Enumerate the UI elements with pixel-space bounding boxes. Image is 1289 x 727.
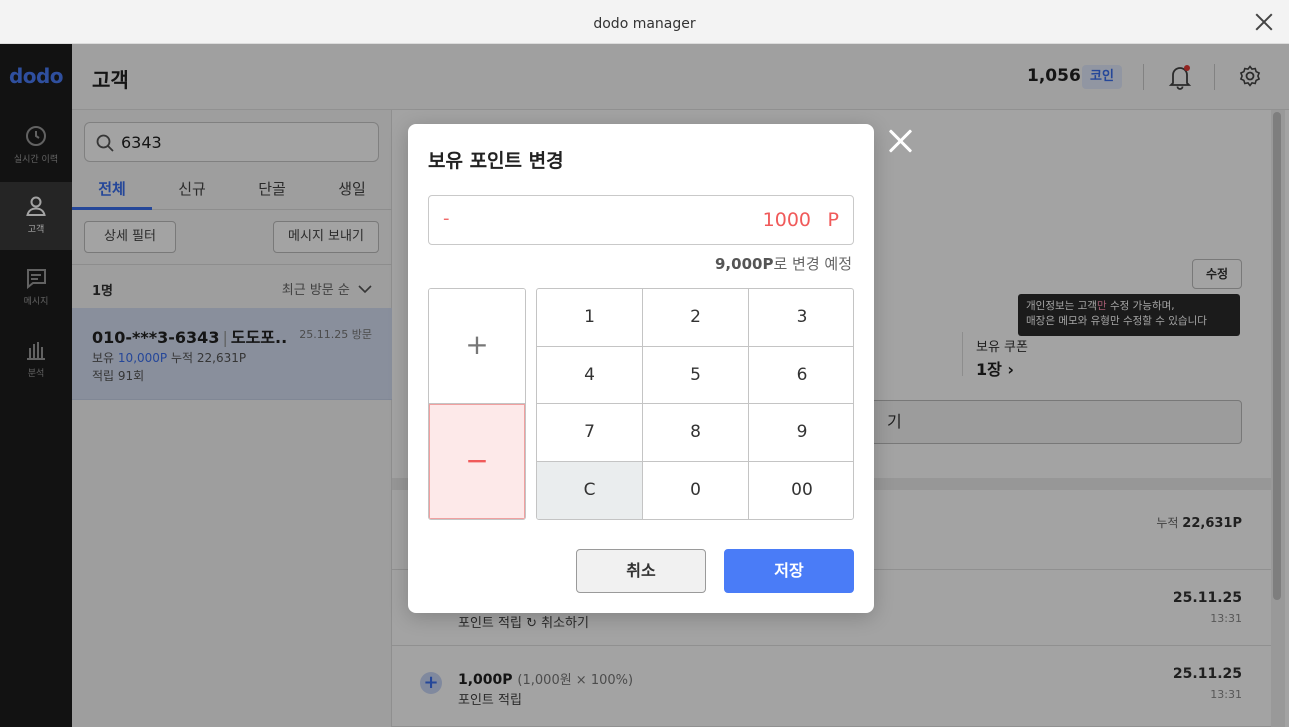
key-5[interactable]: 5	[643, 346, 749, 404]
key-6[interactable]: 6	[749, 347, 853, 404]
key-3[interactable]: 3	[749, 289, 853, 347]
cancel-button[interactable]: 취소	[576, 549, 706, 593]
point-change-modal: 보유 포인트 변경 - 1000 P 9,000P로 변경 예정 + − 1 2…	[408, 124, 874, 613]
window-title-bar: dodo manager	[0, 0, 1289, 44]
key-clear[interactable]: C	[537, 461, 643, 519]
key-2[interactable]: 2	[643, 289, 749, 347]
window-close-icon[interactable]	[1253, 11, 1275, 33]
preview-suffix: 로 변경 예정	[773, 255, 852, 273]
amount-field[interactable]: - 1000 P	[428, 195, 854, 245]
window-title: dodo manager	[593, 16, 696, 32]
preview-value: 9,000P	[715, 255, 774, 273]
change-preview: 9,000P로 변경 예정	[715, 253, 852, 274]
minus-button[interactable]: −	[429, 404, 525, 519]
plus-button[interactable]: +	[429, 289, 525, 404]
key-4[interactable]: 4	[537, 346, 643, 404]
key-0[interactable]: 0	[643, 461, 749, 519]
number-keypad: 1 2 3 4 5 6 7 8 9 C 0 00	[536, 288, 854, 520]
key-8[interactable]: 8	[643, 404, 749, 462]
close-icon[interactable]	[887, 128, 913, 154]
amount-value: 1000	[762, 209, 811, 231]
modal-title: 보유 포인트 변경	[428, 150, 564, 172]
key-1[interactable]: 1	[537, 289, 643, 347]
amount-unit: P	[827, 209, 839, 231]
key-9[interactable]: 9	[749, 404, 853, 462]
amount-sign: -	[443, 208, 450, 229]
save-button[interactable]: 저장	[724, 549, 854, 593]
key-7[interactable]: 7	[537, 404, 643, 462]
key-00[interactable]: 00	[749, 462, 853, 520]
sign-selector: + −	[428, 288, 526, 520]
